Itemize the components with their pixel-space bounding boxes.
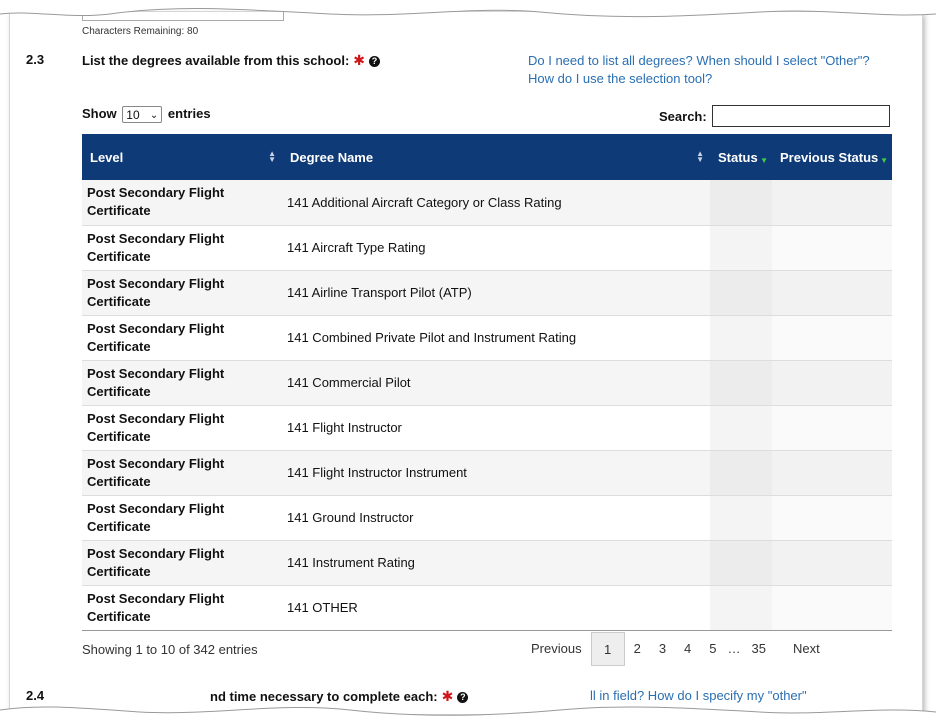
cell-previous-status — [772, 540, 892, 586]
cell-level: Post Secondary Flight Certificate — [82, 315, 282, 361]
cell-status — [710, 540, 772, 586]
table-row[interactable]: Post Secondary Flight Certificate 141 In… — [82, 540, 892, 586]
cell-degree-name: 141 Additional Aircraft Category or Clas… — [282, 180, 710, 226]
column-header-degree-name[interactable]: Degree Name ▲ ▼ — [282, 134, 710, 180]
cell-previous-status — [772, 450, 892, 496]
question-circle-icon[interactable]: ? — [369, 56, 381, 67]
cell-status — [710, 405, 772, 451]
cell-level: Post Secondary Flight Certificate — [82, 360, 282, 406]
cell-status — [710, 180, 772, 226]
table-row[interactable]: Post Secondary Flight Certificate 141 Co… — [82, 315, 892, 361]
cell-degree-name: 141 Combined Private Pilot and Instrumen… — [282, 315, 710, 361]
cell-degree-name: 141 Flight Instructor — [282, 405, 710, 451]
table-row[interactable]: Post Secondary Flight Certificate 141 Co… — [82, 360, 892, 406]
table-row[interactable]: Post Secondary Flight Certificate 141 Ad… — [82, 180, 892, 226]
cell-previous-status — [772, 180, 892, 226]
help-links: Do I need to list all degrees? When shou… — [528, 52, 870, 88]
column-header-level[interactable]: Level ▲ ▼ — [82, 134, 282, 180]
cell-status — [710, 585, 772, 631]
pagination-page-4[interactable]: 4 — [675, 632, 700, 666]
pagination: Previous 1 2 3 4 5 … 35 Next — [522, 632, 829, 666]
pagination-previous[interactable]: Previous — [522, 632, 591, 666]
entries-select[interactable]: 10 ⌄ — [122, 106, 163, 124]
cell-degree-name: 141 Instrument Rating — [282, 540, 710, 586]
torn-edge-bottom — [0, 706, 936, 726]
cell-previous-status — [772, 405, 892, 451]
sort-icon: ▲ ▼ — [268, 149, 276, 164]
column-header-previous-status[interactable]: Previous Status ▼ — [772, 134, 892, 180]
cell-level: Post Secondary Flight Certificate — [82, 405, 282, 451]
cell-degree-name: 141 Commercial Pilot — [282, 360, 710, 406]
cell-previous-status — [772, 225, 892, 271]
cell-degree-name: 141 Aircraft Type Rating — [282, 225, 710, 271]
cell-degree-name: 141 Flight Instructor Instrument — [282, 450, 710, 496]
cell-previous-status — [772, 495, 892, 541]
table-info: Showing 1 to 10 of 342 entries — [82, 642, 258, 657]
asterisk-icon: ✱ — [353, 52, 366, 68]
sort-icon: ▲ ▼ — [696, 149, 704, 164]
sort-desc-icon: ▼ — [880, 156, 888, 165]
pagination-page-5[interactable]: 5 — [700, 632, 725, 666]
pagination-next[interactable]: Next — [775, 632, 829, 666]
degrees-table: Level ▲ ▼ Degree Name ▲ ▼ Status ▼ Previous S… — [82, 134, 892, 631]
table-row[interactable]: Post Secondary Flight Certificate 141 Ai… — [82, 270, 892, 316]
cell-status — [710, 270, 772, 316]
cell-level: Post Secondary Flight Certificate — [82, 225, 282, 271]
table-row[interactable]: Post Secondary Flight Certificate 141 Gr… — [82, 495, 892, 541]
cell-previous-status — [772, 315, 892, 361]
table-row[interactable]: Post Secondary Flight Certificate 141 Ai… — [82, 225, 892, 271]
cell-level: Post Secondary Flight Certificate — [82, 540, 282, 586]
pagination-page-35[interactable]: 35 — [743, 632, 775, 666]
section-title-text: List the degrees available from this sch… — [82, 53, 350, 68]
pagination-ellipsis: … — [727, 641, 741, 656]
show-label: Show — [82, 106, 117, 121]
column-header-status[interactable]: Status ▼ — [710, 134, 772, 180]
torn-edge-top — [0, 0, 936, 18]
pagination-page-2[interactable]: 2 — [625, 632, 650, 666]
cell-level: Post Secondary Flight Certificate — [82, 270, 282, 316]
page-sheet: Characters Remaining: 80 2.3 List the de… — [10, 12, 922, 714]
entries-label: entries — [167, 106, 211, 121]
table-row[interactable]: Post Secondary Flight Certificate 141 Fl… — [82, 450, 892, 496]
sort-desc-icon: ▼ — [760, 156, 768, 165]
help-link-selection-tool[interactable]: How do I use the selection tool? — [528, 70, 870, 88]
cell-previous-status — [772, 360, 892, 406]
section-title: List the degrees available from this sch… — [82, 52, 381, 69]
cell-degree-name: 141 Ground Instructor — [282, 495, 710, 541]
characters-remaining: Characters Remaining: 80 — [82, 26, 199, 37]
cell-level: Post Secondary Flight Certificate — [82, 585, 282, 631]
table-row[interactable]: Post Secondary Flight Certificate 141 Fl… — [82, 405, 892, 451]
chevron-down-icon: ⌄ — [149, 110, 159, 122]
cell-status — [710, 225, 772, 271]
help-link-list-degrees[interactable]: Do I need to list all degrees? When shou… — [528, 52, 870, 70]
show-entries: Show 10 ⌄ entries — [82, 106, 211, 124]
cell-status — [710, 360, 772, 406]
cell-status — [710, 315, 772, 361]
pagination-page-3[interactable]: 3 — [650, 632, 675, 666]
cell-degree-name: 141 Airline Transport Pilot (ATP) — [282, 270, 710, 316]
table-row[interactable]: Post Secondary Flight Certificate 141 OT… — [82, 585, 892, 631]
cell-previous-status — [772, 270, 892, 316]
cell-previous-status — [772, 585, 892, 631]
cell-level: Post Secondary Flight Certificate — [82, 495, 282, 541]
cell-status — [710, 495, 772, 541]
pagination-page-1[interactable]: 1 — [590, 632, 625, 666]
cell-status — [710, 450, 772, 496]
search-label: Search: — [659, 109, 707, 124]
cell-level: Post Secondary Flight Certificate — [82, 450, 282, 496]
cell-level: Post Secondary Flight Certificate — [82, 180, 282, 226]
section-number: 2.3 — [26, 52, 45, 67]
cell-degree-name: 141 OTHER — [282, 585, 710, 631]
entries-select-value: 10 — [126, 108, 140, 123]
search-input[interactable] — [712, 105, 890, 127]
